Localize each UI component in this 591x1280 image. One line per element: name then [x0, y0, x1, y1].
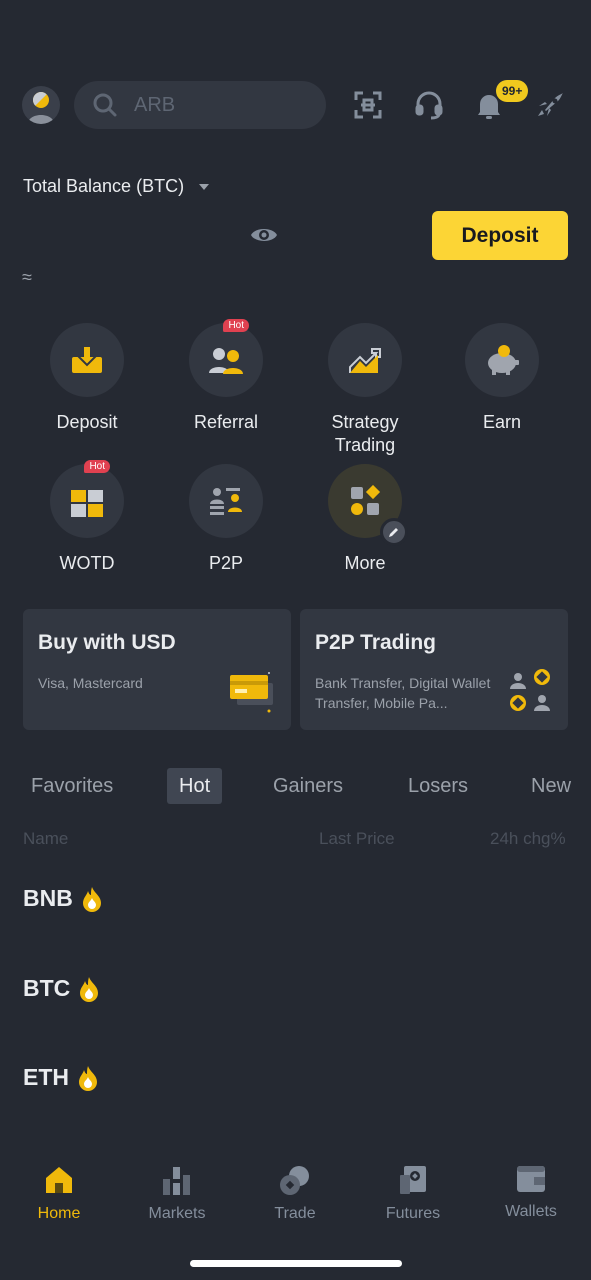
tab-new[interactable]: New	[531, 768, 571, 804]
fire-icon	[81, 886, 103, 912]
eye-icon[interactable]	[249, 222, 279, 248]
trade-icon	[279, 1165, 311, 1195]
list-item[interactable]: BNB	[23, 885, 103, 912]
shortcut-label: Deposit	[56, 412, 118, 432]
deposit-icon	[70, 343, 104, 377]
home-icon	[44, 1165, 74, 1195]
nav-label: Futures	[385, 1205, 441, 1222]
search-bar[interactable]	[74, 81, 326, 129]
shortcut-p2p[interactable]: P2P	[157, 464, 295, 575]
pencil-icon[interactable]	[380, 518, 408, 546]
chart-icon	[348, 345, 382, 375]
shortcut-label: P2P	[208, 553, 244, 573]
tab-hot[interactable]: Hot	[167, 768, 223, 804]
search-icon	[92, 92, 118, 118]
p2p-trading-card[interactable]: P2P Trading Bank Transfer, Digital Walle…	[300, 609, 568, 730]
column-last-price: Last Price	[319, 829, 395, 848]
deposit-button[interactable]: Deposit	[432, 211, 568, 260]
nav-home[interactable]: Home	[9, 1165, 109, 1223]
tab-gainers[interactable]: Gainers	[273, 768, 343, 804]
wallet-icon	[516, 1165, 546, 1193]
coin-symbol: ETH	[23, 1064, 69, 1090]
nav-trade[interactable]: Trade	[245, 1165, 345, 1223]
hot-badge: Hot	[223, 319, 249, 332]
coin-symbol: BTC	[23, 975, 71, 1001]
notification-badge: 99+	[496, 80, 529, 102]
headset-icon[interactable]	[412, 88, 446, 122]
shortcut-referral[interactable]: Hot Referral	[157, 319, 295, 434]
home-indicator[interactable]	[190, 1260, 402, 1267]
approx-value: ≈	[22, 267, 32, 287]
avatar[interactable]	[22, 86, 60, 124]
shortcut-label: Earn	[482, 412, 522, 432]
balance-selector[interactable]: Total Balance (BTC)	[23, 176, 210, 197]
puzzle-icon	[70, 484, 104, 518]
list-item[interactable]: ETH	[23, 1064, 99, 1091]
coin-symbol: BNB	[23, 885, 73, 911]
buy-with-usd-card[interactable]: Buy with USD Visa, Mastercard	[23, 609, 291, 730]
shortcut-label: WOTD	[59, 553, 115, 573]
fire-icon	[78, 976, 100, 1002]
column-name: Name	[23, 829, 69, 848]
nav-label: Home	[37, 1205, 81, 1222]
nav-label: Trade	[274, 1205, 316, 1222]
shortcut-label: Strategy Trading	[331, 412, 399, 455]
shortcut-deposit[interactable]: Deposit	[18, 323, 156, 434]
market-tabs: Favorites Hot Gainers Losers New	[0, 768, 591, 806]
markets-icon	[161, 1165, 193, 1195]
credit-card-icon	[229, 669, 275, 715]
referral-icon	[208, 345, 244, 375]
p2p-exchange-icon	[504, 667, 554, 717]
hot-badge: Hot	[84, 460, 110, 473]
caret-down-icon	[198, 183, 210, 191]
scan-icon[interactable]	[351, 88, 385, 122]
rocket-icon[interactable]	[533, 88, 567, 122]
shortcut-earn[interactable]: Earn	[433, 323, 571, 434]
nav-label: Wallets	[505, 1203, 557, 1220]
card-subtitle: Visa, Mastercard	[38, 675, 143, 691]
card-subtitle: Bank Transfer, Digital Wallet Transfer, …	[315, 675, 491, 711]
nav-markets[interactable]: Markets	[127, 1165, 227, 1223]
fire-icon	[77, 1065, 99, 1091]
nav-wallets[interactable]: Wallets	[481, 1165, 581, 1221]
card-title: P2P Trading	[315, 631, 436, 654]
search-input[interactable]	[134, 93, 304, 117]
futures-icon	[398, 1165, 428, 1195]
list-item[interactable]: BTC	[23, 975, 100, 1002]
shortcut-wotd[interactable]: Hot WOTD	[18, 460, 156, 575]
card-title: Buy with USD	[38, 631, 176, 654]
piggy-bank-icon	[483, 344, 521, 376]
tab-losers[interactable]: Losers	[408, 768, 468, 804]
tab-favorites[interactable]: Favorites	[31, 768, 113, 804]
balance-label: Total Balance (BTC)	[23, 176, 185, 196]
column-change: 24h chg%	[490, 829, 566, 848]
shortcut-strategy-trading[interactable]: Strategy Trading	[296, 323, 434, 457]
p2p-icon	[209, 486, 243, 516]
nav-futures[interactable]: Futures	[363, 1165, 463, 1223]
shortcut-label: More	[344, 553, 386, 573]
shortcut-more[interactable]: More	[296, 464, 434, 575]
shortcut-label: Referral	[193, 412, 259, 432]
nav-label: Markets	[148, 1205, 206, 1222]
more-icon	[349, 485, 381, 517]
